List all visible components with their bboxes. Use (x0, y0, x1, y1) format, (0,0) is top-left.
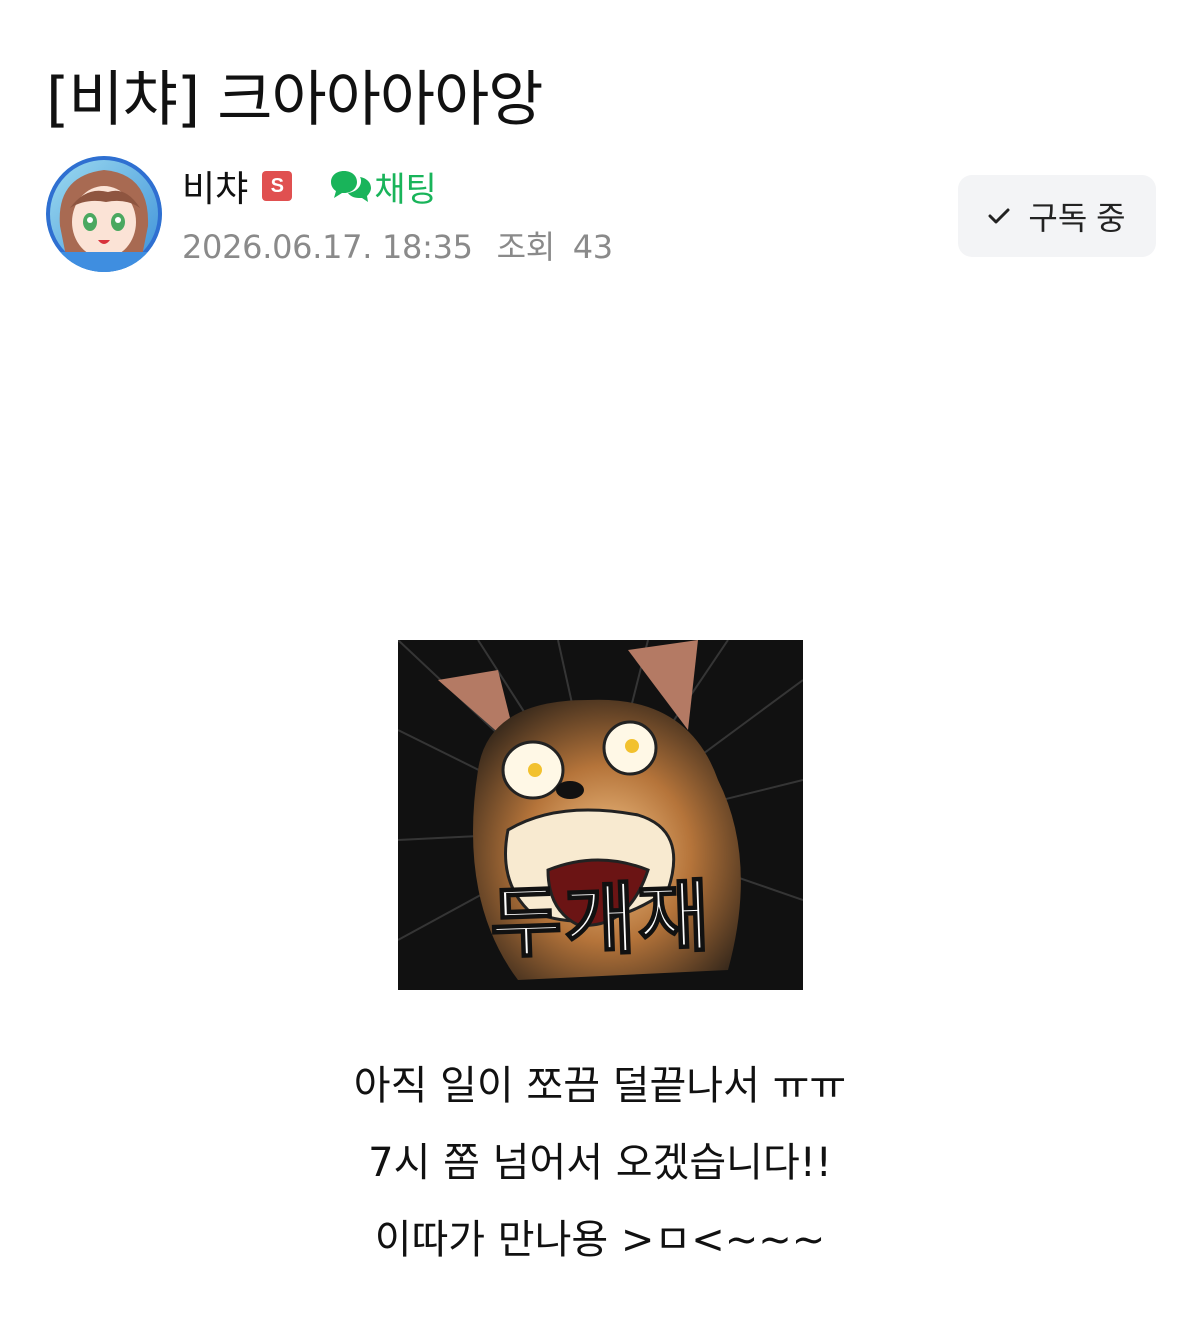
body-line: 아직 일이 쪼끔 덜끝나서 ㅠㅠ (353, 1063, 847, 1109)
post-datetime: 2026.06.17. 18:35 (182, 228, 473, 266)
views-count: 43 (572, 228, 613, 266)
streamer-badge-label: S (270, 174, 284, 197)
post-title: [비챠] 크아아아아앙 (46, 65, 543, 136)
streamer-badge: S (262, 171, 293, 201)
author-meta: 비챠 S 채팅 2026.06.17. 18:35 조회 43 (182, 162, 613, 268)
author-avatar[interactable] (46, 156, 162, 272)
body-line: 이따가 만나용 >ㅁ<~~~ (374, 1217, 826, 1263)
chat-button[interactable]: 채팅 (330, 162, 437, 211)
author-row: 비챠 S 채팅 2026.06.17. 18:35 조회 43 구독 중 (46, 156, 1156, 274)
post-meta-line: 2026.06.17. 18:35 조회 43 (182, 222, 613, 268)
author-name-line: 비챠 S 채팅 (182, 162, 613, 210)
body-line: 7시 쫌 넘어서 오겠습니다!! (368, 1140, 832, 1186)
chat-label: 채팅 (374, 169, 437, 210)
author-name[interactable]: 비챠 (182, 160, 248, 212)
views-label: 조회 (496, 228, 556, 266)
subscribe-button[interactable]: 구독 중 (958, 175, 1156, 257)
chat-bubbles-icon (331, 171, 372, 202)
check-icon (988, 207, 1010, 225)
image-caption: 두개재 (488, 870, 714, 971)
anime-girl-avatar-icon (46, 156, 162, 272)
post-body: 아직 일이 쪼끔 덜끝나서 ㅠㅠ 7시 쫌 넘어서 오겠습니다!! 이따가 만나… (0, 1048, 1200, 1279)
post-image[interactable]: 두개재 (398, 640, 803, 990)
subscribe-label: 구독 중 (1028, 200, 1126, 236)
